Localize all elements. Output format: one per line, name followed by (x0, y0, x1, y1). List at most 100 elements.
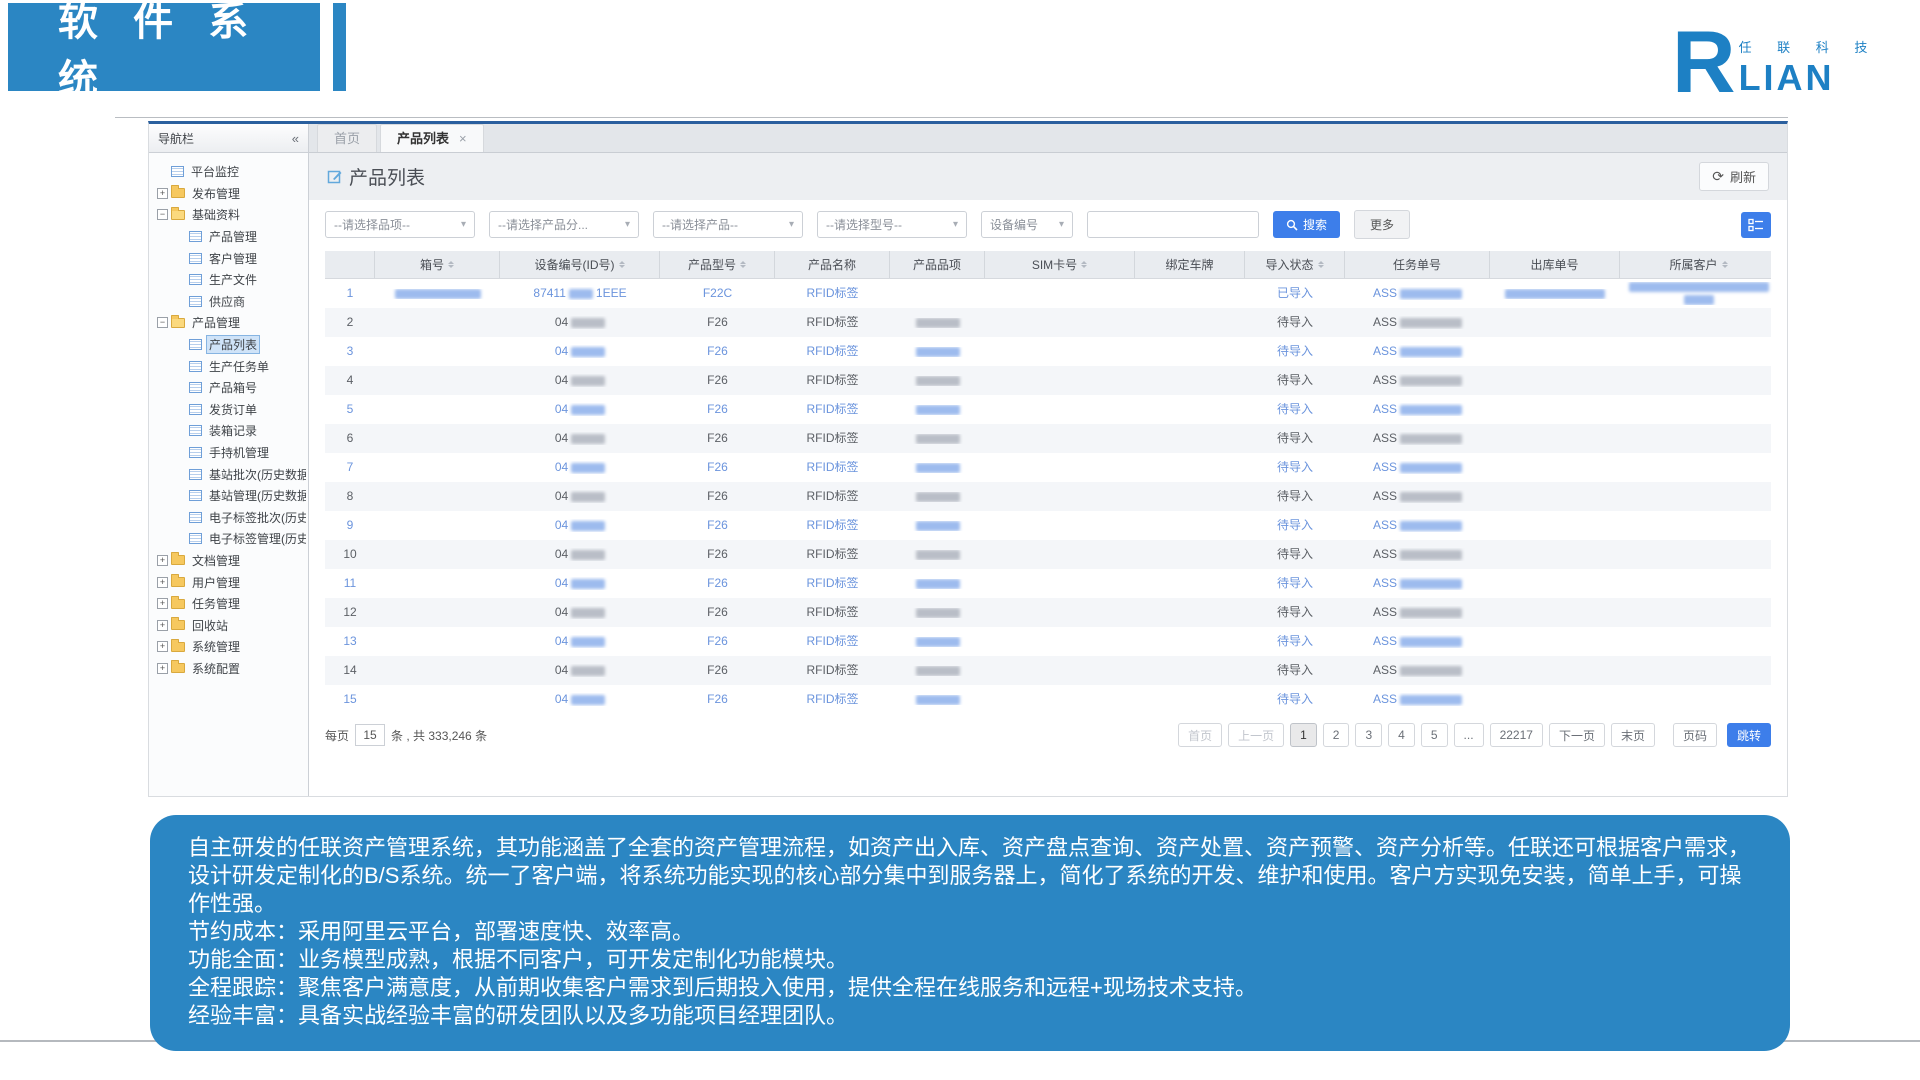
sidebar-item[interactable]: 产品箱号 (151, 377, 306, 399)
table-header-cell[interactable]: 设备编号(ID号) (500, 251, 660, 278)
redacted-text (571, 318, 605, 328)
plus-expander-icon[interactable]: + (157, 641, 168, 652)
plus-expander-icon[interactable]: + (157, 598, 168, 609)
page-code-button[interactable]: 页码 (1673, 723, 1717, 747)
tab-inactive[interactable]: 首页 (317, 124, 377, 152)
table-header-cell[interactable]: 导入状态 (1245, 251, 1345, 278)
sidebar-item[interactable]: +文档管理 (151, 550, 306, 572)
sidebar-item[interactable]: 生产任务单 (151, 355, 306, 377)
minus-expander-icon[interactable]: − (157, 317, 168, 328)
jump-button[interactable]: 跳转 (1727, 723, 1771, 747)
sidebar-item[interactable]: 产品列表 (151, 334, 306, 356)
cell-text: ASS (1373, 606, 1397, 619)
sidebar-item[interactable]: 电子标签批次(历史数据 (151, 507, 306, 529)
grid-icon (189, 361, 202, 372)
table-row[interactable]: 704F26RFID标签待导入ASS (325, 453, 1771, 482)
table-row[interactable]: 1404F26RFID标签待导入ASS (325, 656, 1771, 685)
sidebar-item[interactable]: − 基础资料 (151, 204, 306, 226)
sort-arrows-icon[interactable] (740, 258, 746, 271)
redacted-text (1400, 289, 1462, 299)
page-button[interactable]: 4 (1388, 723, 1415, 747)
column-settings-button[interactable] (1741, 212, 1771, 238)
filter-select[interactable]: --请选择型号--▾ (817, 211, 967, 238)
sidebar-item[interactable]: 装箱记录 (151, 420, 306, 442)
sidebar-item[interactable]: 基站批次(历史数据) (151, 463, 306, 485)
sidebar-item[interactable]: 发货订单 (151, 399, 306, 421)
tab-active[interactable]: 产品列表× (380, 124, 484, 152)
sort-arrows-icon[interactable] (1722, 258, 1728, 271)
table-row[interactable]: 1104F26RFID标签待导入ASS (325, 569, 1771, 598)
sidebar-item-label: 基础资料 (189, 205, 243, 224)
filter-select[interactable]: --请选择品项--▾ (325, 211, 475, 238)
folder-open-icon (171, 318, 185, 328)
page-button[interactable]: 1 (1290, 723, 1317, 747)
page-button[interactable]: 末页 (1611, 723, 1655, 747)
table-row[interactable]: 204F26RFID标签待导入ASS (325, 308, 1771, 337)
table-header-cell[interactable]: 箱号 (375, 251, 500, 278)
search-button[interactable]: 搜索 (1273, 211, 1340, 238)
table-row[interactable]: 804F26RFID标签待导入ASS (325, 482, 1771, 511)
table-row[interactable]: 1204F26RFID标签待导入ASS (325, 598, 1771, 627)
per-page-input[interactable]: 15 (355, 724, 385, 746)
table-header-cell[interactable]: 产品型号 (660, 251, 775, 278)
table-row[interactable]: 1004F26RFID标签待导入ASS (325, 540, 1771, 569)
sidebar-item[interactable]: 基站管理(历史数据) (151, 485, 306, 507)
plus-expander-icon[interactable]: + (157, 620, 168, 631)
table-row[interactable]: 504F26RFID标签待导入ASS (325, 395, 1771, 424)
sidebar-item[interactable]: 平台监控 (151, 161, 306, 183)
table-row[interactable]: 304F26RFID标签待导入ASS (325, 337, 1771, 366)
sidebar-item[interactable]: 供应商 (151, 291, 306, 313)
table-row[interactable]: 1504F26RFID标签待导入ASS (325, 685, 1771, 714)
page-button[interactable]: 5 (1421, 723, 1448, 747)
table-cell: F26 (660, 345, 775, 358)
sidebar-item[interactable]: +系统配置 (151, 658, 306, 680)
sidebar-item[interactable]: 手持机管理 (151, 442, 306, 464)
sidebar-item[interactable]: 产品管理 (151, 226, 306, 248)
table-cell: RFID标签 (775, 490, 890, 503)
table-row[interactable]: 604F26RFID标签待导入ASS (325, 424, 1771, 453)
filter-select[interactable]: --请选择产品--▾ (653, 211, 803, 238)
sort-arrows-icon[interactable] (448, 258, 454, 271)
plus-expander-icon[interactable]: + (157, 577, 168, 588)
table-header-cell[interactable]: 所属客户 (1620, 251, 1777, 278)
table-header-cell[interactable]: SIM卡号 (985, 251, 1135, 278)
redacted-text (916, 492, 960, 502)
sidebar-item[interactable]: +系统管理 (151, 636, 306, 658)
search-input[interactable] (1087, 211, 1259, 238)
minus-expander-icon[interactable]: − (157, 209, 168, 220)
sort-arrows-icon[interactable] (619, 258, 625, 271)
cell-text: 87411 (533, 287, 565, 300)
sidebar-item[interactable]: +任务管理 (151, 593, 306, 615)
sort-arrows-icon[interactable] (1081, 258, 1087, 271)
page-button[interactable]: 2 (1323, 723, 1350, 747)
page-button[interactable]: 上一页 (1228, 723, 1284, 747)
table-row[interactable]: 404F26RFID标签待导入ASS (325, 366, 1771, 395)
filter-select[interactable]: --请选择产品分...▾ (489, 211, 639, 238)
sidebar-item[interactable]: 客户管理 (151, 247, 306, 269)
table-row[interactable]: 904F26RFID标签待导入ASS (325, 511, 1771, 540)
collapse-sidebar-icon[interactable]: « (292, 131, 299, 146)
close-tab-icon[interactable]: × (459, 131, 467, 146)
table-row[interactable]: 1874111EEEF22CRFID标签已导入ASS (325, 279, 1771, 308)
sidebar-item[interactable]: 电子标签管理(历史数据 (151, 528, 306, 550)
page-button[interactable]: 22217 (1490, 723, 1543, 747)
plus-expander-icon[interactable]: + (157, 188, 168, 199)
more-button[interactable]: 更多 (1354, 210, 1410, 239)
page-button[interactable]: 下一页 (1549, 723, 1605, 747)
sidebar-item[interactable]: 生产文件 (151, 269, 306, 291)
sidebar-item[interactable]: +用户管理 (151, 571, 306, 593)
table-row[interactable]: 1304F26RFID标签待导入ASS (325, 627, 1771, 656)
page-button[interactable]: ... (1454, 723, 1484, 747)
sidebar-item[interactable]: −产品管理 (151, 312, 306, 334)
plus-expander-icon[interactable]: + (157, 663, 168, 674)
sidebar-item[interactable]: +回收站 (151, 614, 306, 636)
table-cell: RFID标签 (775, 374, 890, 387)
cell-text: 04 (555, 693, 568, 706)
refresh-button[interactable]: ⟳ 刷新 (1699, 162, 1769, 191)
sidebar-item[interactable]: +发布管理 (151, 183, 306, 205)
page-button[interactable]: 3 (1355, 723, 1382, 747)
page-button[interactable]: 首页 (1178, 723, 1222, 747)
sort-arrows-icon[interactable] (1318, 258, 1324, 271)
plus-expander-icon[interactable]: + (157, 555, 168, 566)
filter-select[interactable]: 设备编号▾ (981, 211, 1073, 238)
